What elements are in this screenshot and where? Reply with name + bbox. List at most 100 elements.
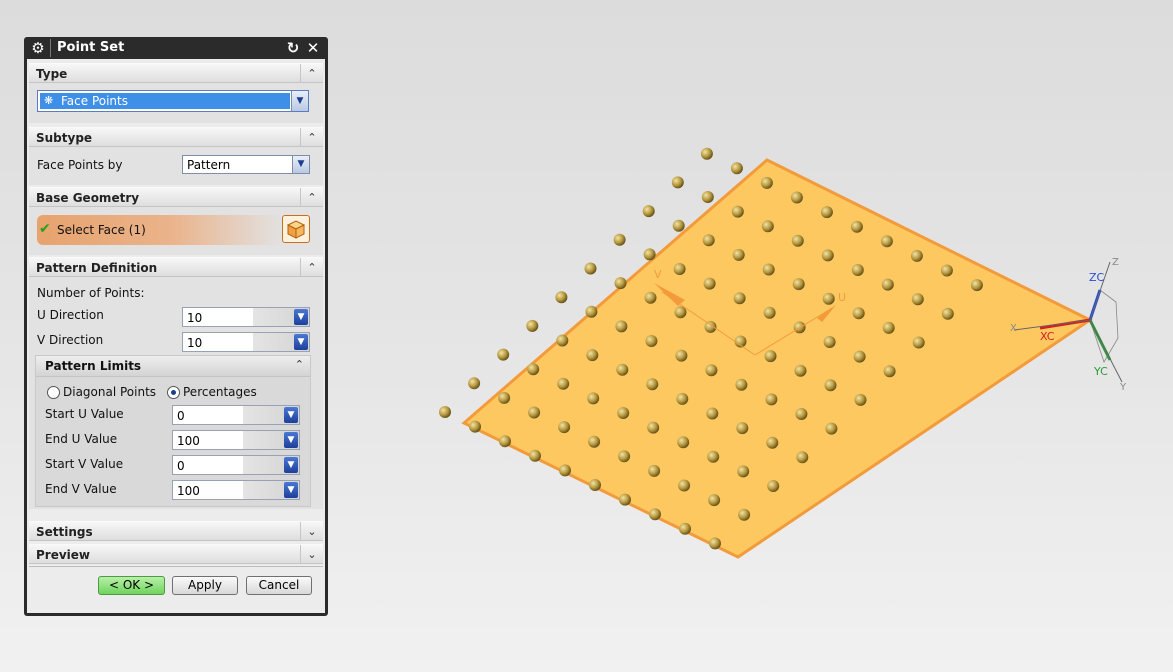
pattern-point xyxy=(613,233,626,246)
chevron-down-icon[interactable]: ▼ xyxy=(284,432,298,448)
pattern-point xyxy=(881,278,894,291)
end-v-field[interactable]: 100 ▼ xyxy=(172,480,300,500)
pattern-point xyxy=(706,407,719,420)
pattern-point xyxy=(673,263,686,275)
pattern-point xyxy=(767,480,780,492)
settings-group-header[interactable]: Settings ⌄ xyxy=(29,521,323,541)
collapse-icon[interactable]: ⌃ xyxy=(300,128,323,147)
x-label: X xyxy=(1010,323,1017,334)
chevron-down-icon[interactable]: ▼ xyxy=(284,457,298,473)
chevron-down-icon[interactable]: ▼ xyxy=(284,407,298,423)
start-u-value: 0 xyxy=(177,409,185,423)
pattern-point xyxy=(763,306,776,319)
pattern-limits-label: Pattern Limits xyxy=(45,359,142,373)
cube-icon xyxy=(286,220,306,239)
end-v-label: End V Value xyxy=(45,482,117,496)
pattern-point xyxy=(649,508,661,521)
face-points-icon: ❋ xyxy=(44,94,54,107)
pattern-point xyxy=(764,350,777,363)
pattern-definition-group-label: Pattern Definition xyxy=(36,261,158,275)
pattern-point xyxy=(439,406,451,418)
collapse-icon[interactable]: ⌃ xyxy=(300,188,323,207)
close-icon[interactable]: ✕ xyxy=(304,39,322,57)
selected-face[interactable] xyxy=(461,158,1093,559)
start-u-field[interactable]: 0 ▼ xyxy=(172,405,300,425)
v-direction-field[interactable]: 10 ▼ xyxy=(182,332,310,352)
chevron-down-icon[interactable]: ▼ xyxy=(284,482,298,498)
pattern-point xyxy=(645,335,658,347)
pattern-point xyxy=(528,406,541,419)
pattern-point xyxy=(587,392,600,405)
expand-icon[interactable]: ⌄ xyxy=(300,522,323,541)
collapse-icon[interactable]: ⌃ xyxy=(295,358,304,371)
pattern-point xyxy=(707,450,720,463)
diagonal-points-radio[interactable] xyxy=(47,386,60,399)
pattern-point xyxy=(617,407,630,419)
chevron-down-icon[interactable]: ▼ xyxy=(294,334,308,350)
y-label: Y xyxy=(1119,382,1127,393)
expand-icon[interactable]: ⌄ xyxy=(300,545,323,564)
pattern-point xyxy=(677,436,690,449)
end-u-value: 100 xyxy=(177,434,200,448)
pattern-point xyxy=(701,191,714,203)
ok-button[interactable]: < OK > xyxy=(98,576,165,595)
z-label: Z xyxy=(1112,257,1119,268)
apply-button[interactable]: Apply xyxy=(172,576,238,595)
chevron-down-icon[interactable]: ▼ xyxy=(294,309,308,325)
pattern-point xyxy=(761,220,774,233)
dialog-titlebar: ⚙ Point Set ↻ ✕ xyxy=(27,37,325,59)
xc-label: XC xyxy=(1040,330,1055,343)
pattern-limits-header[interactable]: Pattern Limits ⌃ xyxy=(36,356,310,377)
v-direction-label: V Direction xyxy=(37,333,104,347)
end-u-label: End U Value xyxy=(45,432,118,446)
collapse-icon[interactable]: ⌃ xyxy=(300,258,323,277)
pattern-point xyxy=(619,493,631,506)
chevron-down-icon[interactable]: ▼ xyxy=(292,156,309,173)
gear-icon[interactable]: ⚙ xyxy=(30,40,46,56)
subtype-group-label: Subtype xyxy=(36,131,93,145)
subtype-group-header[interactable]: Subtype ⌃ xyxy=(29,127,323,147)
pattern-definition-group-header[interactable]: Pattern Definition ⌃ xyxy=(29,257,323,277)
collapse-icon[interactable]: ⌃ xyxy=(300,64,323,83)
pattern-point xyxy=(558,421,571,434)
pattern-point xyxy=(702,234,715,247)
pattern-point xyxy=(790,191,803,204)
reset-icon[interactable]: ↻ xyxy=(284,39,302,57)
pattern-point xyxy=(671,176,684,189)
start-v-field[interactable]: 0 ▼ xyxy=(172,455,300,475)
pattern-point xyxy=(644,291,657,304)
u-direction-field[interactable]: 10 ▼ xyxy=(182,307,310,327)
end-u-field[interactable]: 100 ▼ xyxy=(172,430,300,450)
pattern-point xyxy=(762,263,775,276)
face-selector-button[interactable] xyxy=(282,215,310,243)
percentages-radio[interactable] xyxy=(167,386,180,399)
pattern-point xyxy=(557,377,570,390)
u-direction-value: 10 xyxy=(187,311,203,325)
pattern-point xyxy=(676,392,689,405)
pattern-limits-subgroup: Pattern Limits ⌃ Diagonal Points Percent… xyxy=(35,355,311,507)
pattern-point xyxy=(642,205,655,218)
type-dropdown[interactable]: ❋ Face Points ▼ xyxy=(37,90,309,112)
face-points-by-dropdown[interactable]: Pattern ▼ xyxy=(182,155,310,174)
type-group-header[interactable]: Type ⌃ xyxy=(29,63,323,83)
select-face-row[interactable]: ✔ Select Face (1) xyxy=(37,215,282,245)
pattern-point xyxy=(586,349,599,362)
pattern-point xyxy=(760,176,773,189)
pattern-point xyxy=(795,408,808,420)
base-geometry-group-header[interactable]: Base Geometry ⌃ xyxy=(29,187,323,207)
preview-group-header[interactable]: Preview ⌄ xyxy=(29,544,323,564)
pattern-point xyxy=(912,336,925,349)
pattern-point xyxy=(678,479,691,492)
pattern-point xyxy=(852,307,865,320)
pattern-point xyxy=(794,364,807,377)
pattern-point xyxy=(468,377,481,390)
dialog-title: Point Set xyxy=(57,40,125,55)
pattern-point xyxy=(737,465,750,478)
cancel-button[interactable]: Cancel xyxy=(246,576,312,595)
percentages-label: Percentages xyxy=(183,385,257,399)
chevron-down-icon[interactable]: ▼ xyxy=(291,91,308,111)
pattern-point xyxy=(796,451,809,464)
pattern-point xyxy=(791,234,804,247)
pattern-point xyxy=(709,537,721,550)
pattern-point xyxy=(646,378,659,391)
